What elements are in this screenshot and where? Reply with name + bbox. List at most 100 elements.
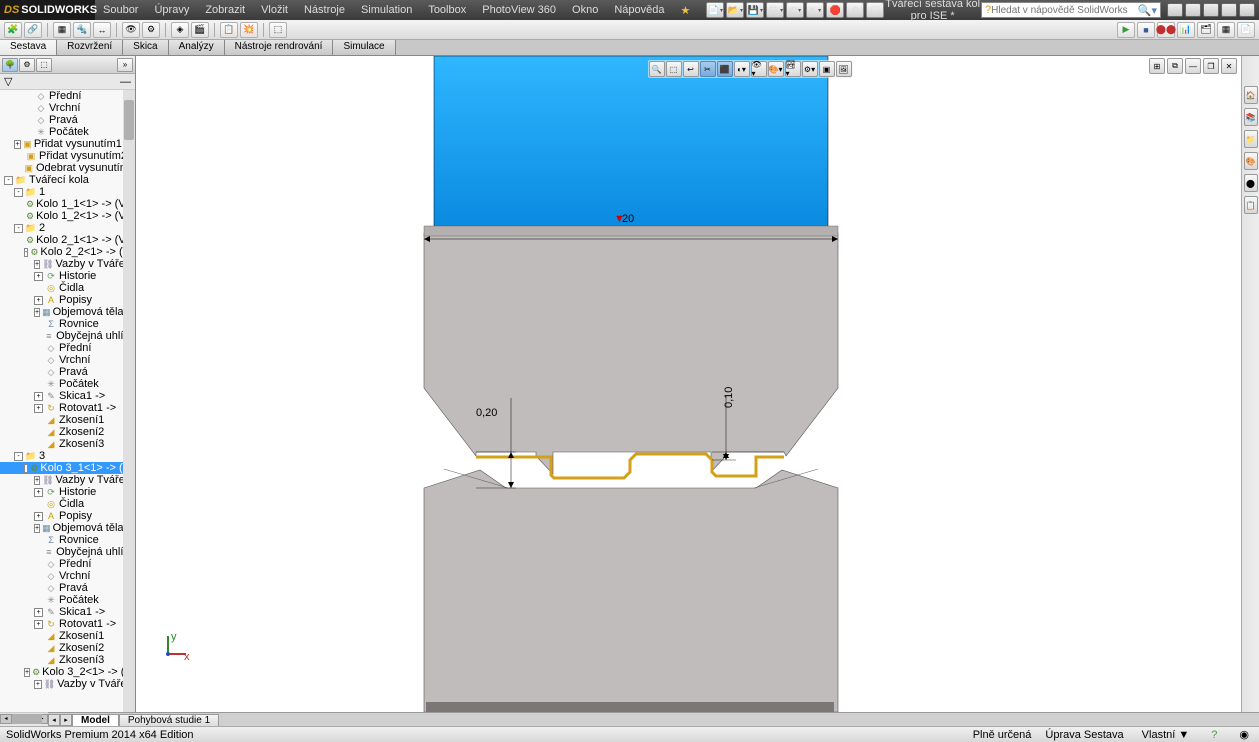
tree-node[interactable]: -📁1 [0, 186, 135, 198]
help-button[interactable]: ? [1167, 3, 1183, 17]
tree-node[interactable]: +⛓Vazby v Tvářecí [0, 678, 135, 690]
cmd-tab-4[interactable]: Nástroje rendrování [225, 40, 334, 55]
hscroll-thumb[interactable] [12, 714, 42, 724]
help-search-input[interactable] [991, 5, 1138, 16]
expand-icon[interactable]: - [24, 464, 28, 473]
tree-node[interactable]: ◎Čidla [0, 282, 135, 294]
tree-node[interactable]: ΣRovnice [0, 534, 135, 546]
cmd-tab-3[interactable]: Analýzy [169, 40, 225, 55]
mdi-tile-icon[interactable]: ⊞ [1149, 58, 1165, 74]
tree-node[interactable]: ◢Zkosení3 [0, 654, 135, 666]
tree-node[interactable]: -📁2 [0, 222, 135, 234]
select-button[interactable]: ↖ [806, 2, 824, 18]
menu-vložit[interactable]: Vložit [253, 4, 296, 16]
tree-node[interactable]: ◇Vrchní [0, 102, 135, 114]
feature-tree[interactable]: ◇Přední◇Vrchní◇Pravá✳Počátek+▣Přidat vys… [0, 90, 135, 712]
expand-icon[interactable]: - [14, 452, 23, 461]
tree-node[interactable]: ⚙Kolo 1_1<1> -> (Výc [0, 198, 135, 210]
expand-icon[interactable]: + [34, 260, 40, 269]
restore-button[interactable]: ❐ [1203, 3, 1219, 17]
tb-sim-report-icon[interactable]: 📄 [1237, 22, 1255, 38]
tree-node[interactable]: ◎Čidla [0, 498, 135, 510]
expand-icon[interactable]: + [34, 524, 40, 533]
hide-show-icon[interactable]: 👁▾ [751, 61, 767, 77]
tb-record-icon[interactable]: ⬤⬤ [1157, 22, 1175, 38]
expand-icon[interactable]: + [34, 392, 43, 401]
tree-node[interactable]: +▦Objemová těla(1) [0, 306, 135, 318]
zoom-fit-icon[interactable]: 🔍 [649, 61, 665, 77]
render-region-icon[interactable]: ▣ [819, 61, 835, 77]
tree-node[interactable]: ◇Přední [0, 558, 135, 570]
status-rebuild-icon[interactable]: ◉ [1235, 728, 1253, 741]
tree-node[interactable]: +↻Rotovat1 -> [0, 618, 135, 630]
save-doc-button[interactable]: 💾 [746, 2, 764, 18]
tree-node[interactable]: ▣Odebrat vysunutím2 [0, 162, 135, 174]
tree-node[interactable]: +⟳Historie [0, 486, 135, 498]
undo-button[interactable]: ↶ [786, 2, 804, 18]
tb-new-motion-study-icon[interactable]: 🎬 [191, 22, 209, 38]
minimize-button[interactable]: — [1185, 3, 1201, 17]
fm-property-tab[interactable]: ⚙ [19, 58, 35, 72]
new-doc-button[interactable]: 📄 [706, 2, 724, 18]
expand-icon[interactable]: + [34, 620, 43, 629]
menu-soubor[interactable]: Soubor [95, 4, 146, 16]
expand-icon[interactable]: + [34, 404, 43, 413]
view-settings-icon[interactable]: ⚙▾ [802, 61, 818, 77]
tree-node[interactable]: ◢Zkosení2 [0, 642, 135, 654]
tree-node[interactable]: ◇Pravá [0, 366, 135, 378]
tree-node[interactable]: +⚙Kolo 3_2<1> -> (Výc [0, 666, 135, 678]
tree-node[interactable]: +✎Skica1 -> [0, 390, 135, 402]
bottom-tab-0[interactable]: Model [72, 714, 119, 726]
tree-node[interactable]: +APopisy [0, 510, 135, 522]
mdi-minimize-icon[interactable]: — [1185, 58, 1201, 74]
tree-node[interactable]: ◇Přední [0, 90, 135, 102]
close-button[interactable]: ✕ [1239, 3, 1255, 17]
expand-icon[interactable]: + [34, 680, 42, 689]
tp-custom-props-icon[interactable]: 📋 [1244, 196, 1258, 214]
section-view-icon[interactable]: ✂ [700, 61, 716, 77]
tb-smart-fastener-icon[interactable]: 🔩 [73, 22, 91, 38]
tree-node[interactable]: +APopisy [0, 294, 135, 306]
tree-vertical-scrollbar[interactable] [123, 90, 135, 712]
cmd-tab-0[interactable]: Sestava [0, 40, 57, 55]
tree-node[interactable]: ▣Přidat vysunutím2 [0, 150, 135, 162]
tree-node[interactable]: ΣRovnice [0, 318, 135, 330]
tb-linear-pattern-icon[interactable]: ▦ [53, 22, 71, 38]
fm-flyout-icon[interactable]: » [117, 58, 133, 72]
tb-show-hidden-icon[interactable]: 👁 [122, 22, 140, 38]
screen-capture-button[interactable]: 🖵 [866, 2, 884, 18]
tree-node[interactable]: ◇Vrchní [0, 354, 135, 366]
mdi-close-icon[interactable]: ✕ [1221, 58, 1237, 74]
tree-node[interactable]: -⚙Kolo 3_1<1> -> (Vý [0, 462, 135, 474]
menu-zobrazit[interactable]: Zobrazit [197, 4, 253, 16]
mdi-restore-icon[interactable]: ❐ [1203, 58, 1219, 74]
tb-instant3d-icon[interactable]: ⬚ [269, 22, 287, 38]
expand-icon[interactable]: + [34, 488, 43, 497]
expand-icon[interactable]: + [34, 476, 40, 485]
tree-node[interactable]: +⟳Historie [0, 270, 135, 282]
filter-chevron-icon[interactable]: — [120, 76, 131, 88]
tree-node[interactable]: ◇Pravá [0, 582, 135, 594]
menu-simulation[interactable]: Simulation [353, 4, 420, 16]
tree-node[interactable]: -📁3 [0, 450, 135, 462]
tree-node[interactable]: ◢Zkosení2 [0, 426, 135, 438]
tree-node[interactable]: ≡Obyčejná uhlíko [0, 546, 135, 558]
zoom-area-icon[interactable]: ⬚ [666, 61, 682, 77]
tb-sim-mesh-icon[interactable]: ▦ [1217, 22, 1235, 38]
tree-node[interactable]: ≡Obyčejná uhlíko [0, 330, 135, 342]
tree-node[interactable]: ◢Zkosení1 [0, 414, 135, 426]
tp-view-palette-icon[interactable]: 🎨 [1244, 152, 1258, 170]
filter-funnel-icon[interactable]: ▽ [4, 75, 12, 88]
print-button[interactable]: 🖨 [766, 2, 784, 18]
edit-appearance-icon[interactable]: 🎨▾ [768, 61, 784, 77]
tb-sim-setup-icon[interactable]: 🗂 [1197, 22, 1215, 38]
expand-icon[interactable]: - [14, 188, 23, 197]
options-button[interactable]: ⚙ [846, 2, 864, 18]
tp-file-explorer-icon[interactable]: 📁 [1244, 130, 1258, 148]
bt-next-icon[interactable]: ▸ [60, 714, 72, 726]
mdi-cascade-icon[interactable]: ⧉ [1167, 58, 1183, 74]
status-help-icon[interactable]: ? [1207, 729, 1221, 741]
hscroll-left-icon[interactable]: ◂ [0, 714, 12, 724]
tp-appearances-icon[interactable]: ⬤ [1244, 174, 1258, 192]
tree-node[interactable]: -📁Tvářecí kola [0, 174, 135, 186]
